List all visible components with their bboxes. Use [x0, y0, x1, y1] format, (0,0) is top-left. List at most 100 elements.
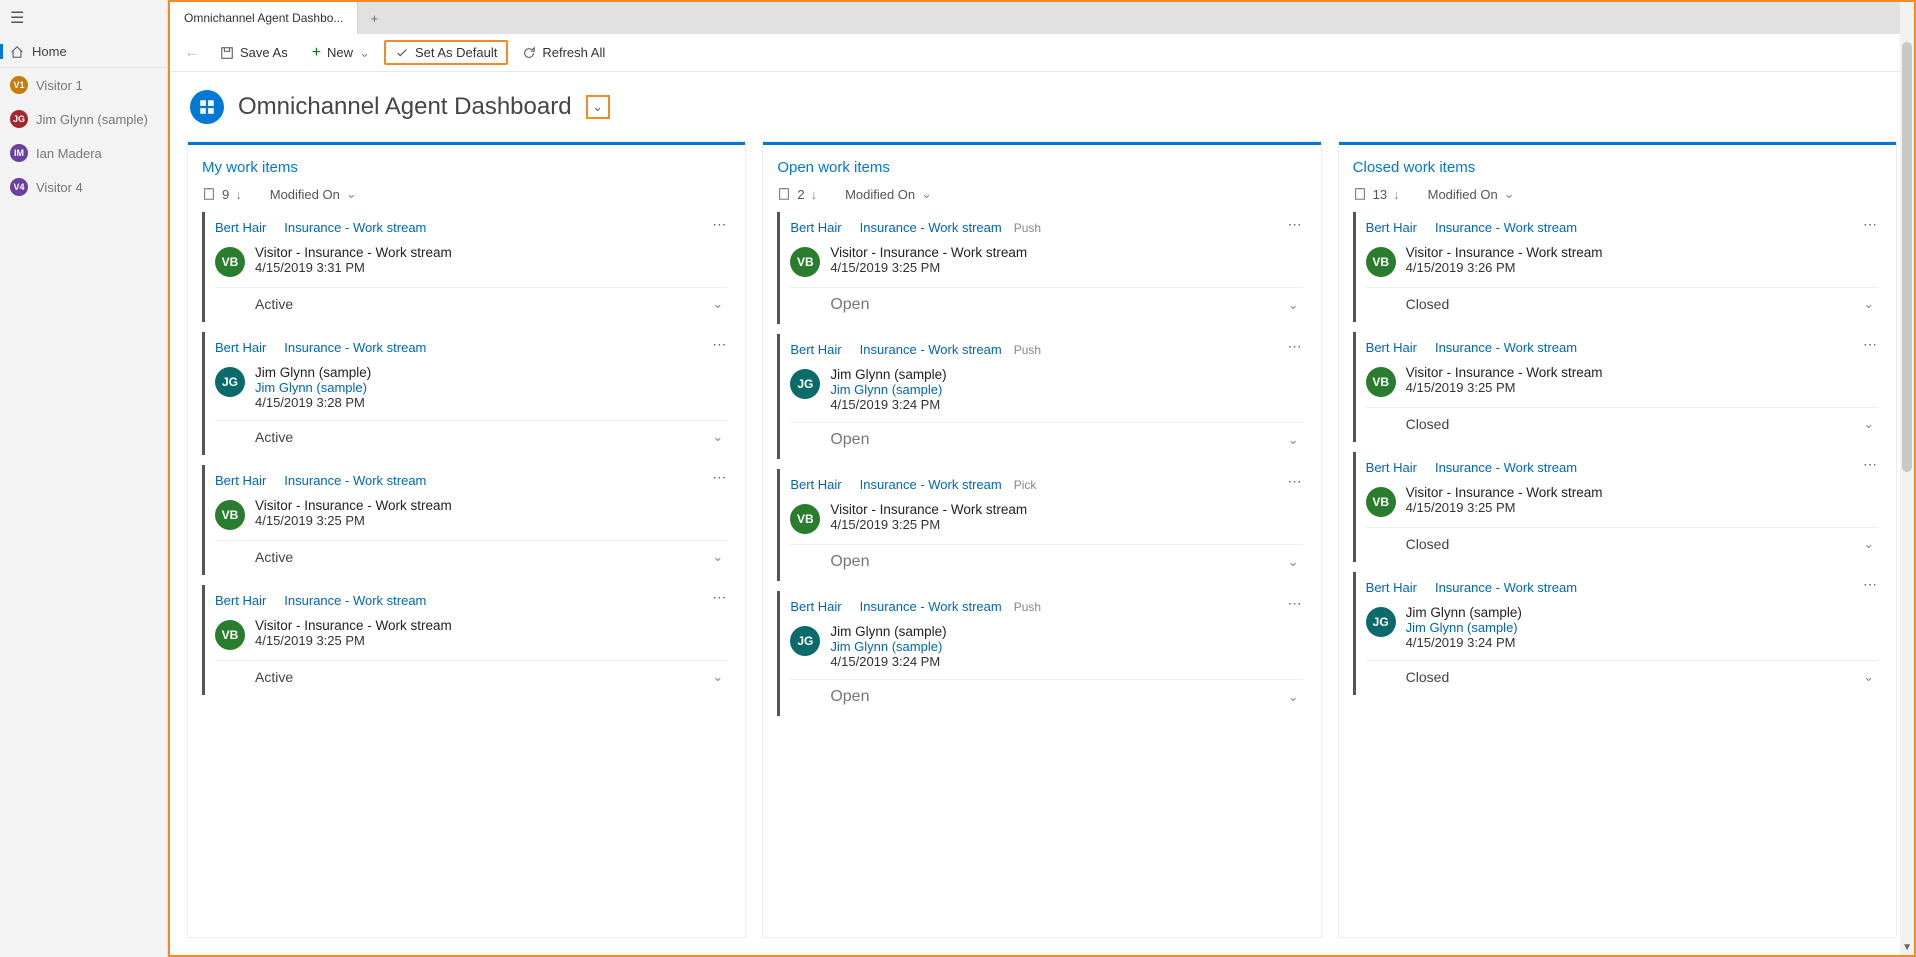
work-item-card[interactable]: ⋯Bert HairInsurance - Work streamVBVisit… — [202, 585, 731, 695]
card-more-icon[interactable]: ⋯ — [712, 336, 727, 353]
sort-button[interactable]: Modified On⌄ — [1428, 186, 1515, 202]
stream-link[interactable]: Insurance - Work stream — [284, 220, 426, 235]
stream-link[interactable]: Insurance - Work stream — [1435, 220, 1577, 235]
dashboard-icon — [190, 90, 224, 124]
sidebar-item-2[interactable]: IMIan Madera — [0, 136, 167, 170]
scroll-down-icon[interactable]: ▼ — [1902, 942, 1912, 953]
tab-dashboard[interactable]: Omnichannel Agent Dashbo... — [170, 2, 358, 34]
card-more-icon[interactable]: ⋯ — [712, 589, 727, 606]
work-item-card[interactable]: ⋯Bert HairInsurance - Work streamJGJim G… — [1353, 572, 1882, 695]
card-subtitle[interactable]: Jim Glynn (sample) — [1406, 620, 1522, 635]
chevron-down-icon[interactable]: ⌄ — [1288, 432, 1299, 448]
work-item-card[interactable]: ⋯Bert HairInsurance - Work streamPushJGJ… — [777, 591, 1306, 716]
work-item-card[interactable]: ⋯Bert HairInsurance - Work streamJGJim G… — [202, 332, 731, 455]
new-button[interactable]: + New ⌄ — [302, 40, 380, 66]
card-more-icon[interactable]: ⋯ — [1288, 595, 1303, 612]
chevron-down-icon[interactable]: ⌄ — [712, 296, 723, 312]
work-item-card[interactable]: ⋯ Bert Hair Insurance - Work stream Push JG J… — [777, 334, 1306, 459]
card-more-icon[interactable]: ⋯ — [1863, 216, 1878, 233]
arrow-down-icon[interactable]: ↓ — [1393, 187, 1400, 202]
card-more-icon[interactable]: ⋯ — [712, 469, 727, 486]
chevron-down-icon[interactable]: ⌄ — [1863, 536, 1874, 552]
scrollbar-thumb[interactable] — [1902, 42, 1912, 472]
owner-link[interactable]: Bert Hair — [215, 340, 266, 355]
stream-link[interactable]: Insurance - Work stream — [1435, 580, 1577, 595]
chevron-down-icon[interactable]: ⌄ — [1288, 297, 1299, 313]
sidebar-item-1[interactable]: JGJim Glynn (sample) — [0, 102, 167, 136]
check-icon — [395, 46, 409, 60]
owner-link[interactable]: Bert Hair — [1366, 460, 1417, 475]
save-as-button[interactable]: Save As — [210, 41, 298, 64]
dashboard-selector[interactable]: ⌄ — [586, 95, 610, 119]
card-more-icon[interactable]: ⋯ — [1863, 576, 1878, 593]
work-item-card[interactable]: ⋯Bert HairInsurance - Work streamVBVisit… — [202, 465, 731, 575]
work-item-card[interactable]: ⋯Bert HairInsurance - Work streamPickVBV… — [777, 469, 1306, 581]
card-status: Closed — [1406, 669, 1450, 685]
card-body: VBVisitor - Insurance - Work stream4/15/… — [1366, 475, 1878, 521]
set-default-button[interactable]: Set As Default — [384, 40, 508, 65]
sidebar-item-0[interactable]: V1Visitor 1 — [0, 68, 167, 102]
nav-home[interactable]: Home — [0, 36, 167, 68]
chevron-down-icon[interactable]: ⌄ — [1863, 296, 1874, 312]
avatar: JG — [790, 369, 820, 399]
owner-link[interactable]: Bert Hair — [215, 473, 266, 488]
tab-add-button[interactable]: + — [358, 2, 390, 34]
arrow-down-icon[interactable]: ↓ — [811, 187, 818, 202]
owner-link[interactable]: Bert Hair — [1366, 340, 1417, 355]
chevron-down-icon[interactable]: ⌄ — [712, 429, 723, 445]
owner-link[interactable]: Bert Hair — [1366, 580, 1417, 595]
card-title: Visitor - Insurance - Work stream — [830, 245, 1027, 260]
owner-link[interactable]: Bert Hair — [790, 477, 841, 492]
card-more-icon[interactable]: ⋯ — [1288, 473, 1303, 490]
hamburger-icon[interactable]: ☰ — [10, 10, 24, 27]
card-more-icon[interactable]: ⋯ — [1288, 216, 1303, 233]
work-item-card[interactable]: ⋯Bert HairInsurance - Work streamPushVBV… — [777, 212, 1306, 324]
sort-button[interactable]: Modified On⌄ — [270, 186, 357, 202]
card-more-icon[interactable]: ⋯ — [712, 216, 727, 233]
refresh-all-button[interactable]: Refresh All — [512, 41, 615, 64]
clipboard-icon — [777, 187, 791, 201]
stream-link[interactable]: Insurance - Work stream — [284, 593, 426, 608]
card-subtitle[interactable]: Jim Glynn (sample) — [830, 382, 946, 397]
work-item-card[interactable]: ⋯Bert HairInsurance - Work streamVBVisit… — [1353, 332, 1882, 442]
stream-link[interactable]: Insurance - Work stream — [284, 473, 426, 488]
owner-link[interactable]: Bert Hair — [790, 220, 841, 235]
stream-link[interactable]: Insurance - Work stream — [1435, 460, 1577, 475]
arrow-down-icon[interactable]: ↓ — [235, 187, 242, 202]
stream-link[interactable]: Insurance - Work stream — [860, 342, 1002, 357]
count-value: 13 — [1373, 187, 1387, 202]
chevron-down-icon[interactable]: ⌄ — [1288, 689, 1299, 705]
owner-link[interactable]: Bert Hair — [1366, 220, 1417, 235]
owner-link[interactable]: Bert Hair — [215, 220, 266, 235]
chevron-down-icon[interactable]: ⌄ — [712, 549, 723, 565]
work-item-card[interactable]: ⋯Bert HairInsurance - Work streamVBVisit… — [1353, 212, 1882, 322]
stream-link[interactable]: Insurance - Work stream — [860, 477, 1002, 492]
chevron-down-icon[interactable]: ⌄ — [1288, 554, 1299, 570]
back-icon[interactable]: ← — [178, 44, 206, 62]
chevron-down-icon[interactable]: ⌄ — [1863, 669, 1874, 685]
stream-link[interactable]: Insurance - Work stream — [860, 599, 1002, 614]
stream-link[interactable]: Insurance - Work stream — [860, 220, 1002, 235]
stream-link[interactable]: Insurance - Work stream — [284, 340, 426, 355]
chevron-down-icon[interactable]: ⌄ — [712, 669, 723, 685]
owner-link[interactable]: Bert Hair — [215, 593, 266, 608]
card-subtitle[interactable]: Jim Glynn (sample) — [255, 380, 371, 395]
owner-link[interactable]: Bert Hair — [790, 599, 841, 614]
work-item-card[interactable]: ⋯ Bert Hair Insurance - Work streamVBVisit… — [1353, 452, 1882, 562]
chevron-down-icon[interactable]: ⌄ — [1863, 416, 1874, 432]
card-tag: Push — [1014, 343, 1041, 357]
card-subtitle[interactable]: Jim Glynn (sample) — [830, 639, 946, 654]
card-status-row: Active⌄ — [215, 287, 727, 322]
sort-label: Modified On — [845, 187, 915, 202]
stream-link[interactable]: Insurance - Work stream — [1435, 340, 1577, 355]
sort-button[interactable]: Modified On⌄ — [845, 186, 932, 202]
card-more-icon[interactable]: ⋯ — [1863, 456, 1878, 473]
avatar: VB — [1366, 367, 1396, 397]
sidebar-item-3[interactable]: V4Visitor 4 — [0, 170, 167, 204]
card-tag: Push — [1014, 600, 1041, 614]
card-more-icon[interactable]: ⋯ — [1288, 338, 1303, 355]
work-item-card[interactable]: ⋯Bert HairInsurance - Work streamVBVisit… — [202, 212, 731, 322]
card-more-icon[interactable]: ⋯ — [1863, 336, 1878, 353]
owner-link[interactable]: Bert Hair — [790, 342, 841, 357]
vertical-scrollbar[interactable]: ▼ — [1900, 2, 1914, 955]
